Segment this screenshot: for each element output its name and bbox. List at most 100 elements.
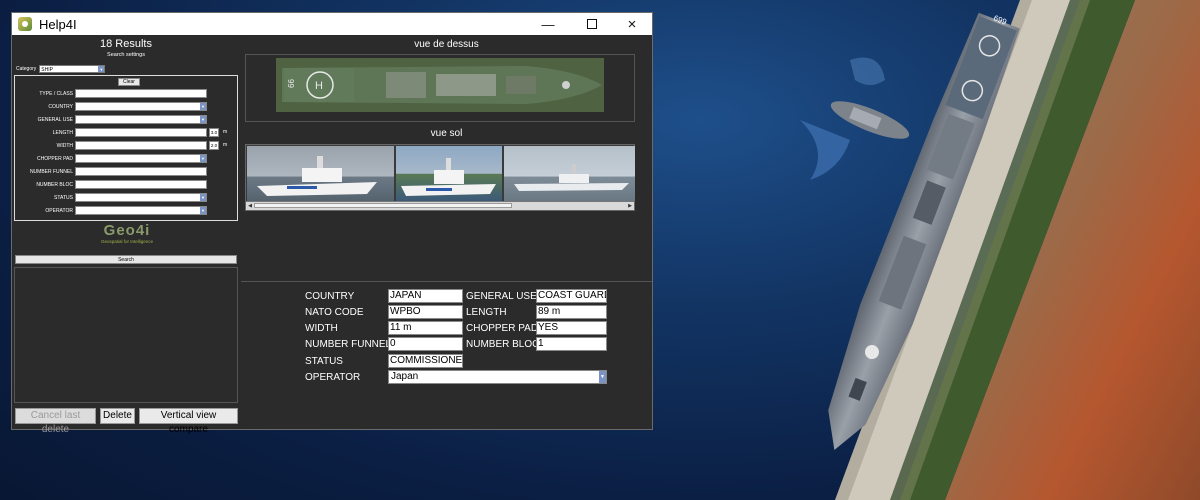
- app-logo-icon: [18, 17, 32, 31]
- country-detail-label: COUNTRY: [305, 291, 355, 302]
- chopper-pad-select[interactable]: ▼: [75, 154, 207, 163]
- search-panel: 18 Results Search settings Category SHIP…: [13, 36, 239, 435]
- general-use-select[interactable]: ▼: [75, 115, 207, 124]
- filter-box: Clear TYPE / CLASS COUNTRY ▼ GENERAL USE…: [14, 75, 238, 221]
- app-window: Help4I — × 18 Results Search settings Ca…: [11, 12, 653, 435]
- status-detail-label: STATUS: [305, 356, 343, 367]
- filter-row-length: LENGTH 3.0 m: [15, 128, 237, 138]
- filter-row-number-funnel: NUMBER FUNNEL: [15, 167, 237, 177]
- ground-view-title: vue sol: [430, 128, 463, 139]
- status-select[interactable]: ▼: [75, 193, 207, 202]
- length-detail-value: 89 m: [536, 305, 607, 319]
- cancel-last-delete-button[interactable]: Cancel last delete: [15, 408, 96, 435]
- logo-tagline: Geospatial for Intelligence: [100, 239, 154, 244]
- chevron-down-icon: ▼: [98, 66, 105, 72]
- scroll-left-icon[interactable]: ◀: [246, 202, 254, 210]
- minimize-icon: —: [541, 16, 555, 32]
- detail-panel: vue de dessus H 99 vue sol ◀ ▶ COUNTRY J…: [241, 36, 652, 429]
- number-funnel-detail-label: NUMBER FUNNEL: [305, 339, 392, 350]
- top-view-title: vue de dessus: [414, 39, 479, 50]
- results-count: 18 Results: [100, 38, 152, 50]
- nato-code-detail-label: NATO CODE: [305, 307, 364, 318]
- top-view-image: H 99: [276, 58, 604, 112]
- maximize-button[interactable]: [570, 13, 614, 35]
- ground-photo-2[interactable]: [396, 146, 502, 201]
- search-button[interactable]: Search: [15, 255, 237, 264]
- close-icon: ×: [627, 15, 637, 33]
- number-bloc-detail-label: NUMBER BLOC: [466, 339, 540, 350]
- general-use-detail-value: COAST GUARD: [536, 289, 607, 303]
- number-funnel-input[interactable]: [75, 167, 207, 176]
- scroll-right-icon[interactable]: ▶: [626, 202, 634, 210]
- search-settings-label: Search settings: [107, 52, 145, 58]
- operator-label: OPERATOR: [45, 208, 73, 214]
- chopper-pad-detail-label: CHOPPER PAD: [466, 323, 539, 334]
- ground-photo-3[interactable]: [504, 146, 635, 201]
- type-class-label: TYPE / CLASS: [39, 91, 73, 97]
- chevron-down-icon: ▼: [200, 155, 206, 162]
- chevron-down-icon: ▼: [599, 371, 606, 383]
- filter-row-type-class: TYPE / CLASS: [15, 89, 237, 99]
- foam-spot: [850, 57, 885, 85]
- foam-wake: [800, 120, 850, 180]
- close-button[interactable]: ×: [610, 13, 654, 35]
- number-bloc-input[interactable]: [75, 180, 207, 189]
- operator-detail-label: OPERATOR: [305, 372, 361, 383]
- type-class-input[interactable]: [75, 89, 207, 98]
- top-view-frame: H 99: [245, 54, 635, 122]
- width-unit: m: [223, 142, 228, 148]
- filter-row-operator: OPERATOR ▼: [15, 206, 237, 216]
- number-bloc-label: NUMBER BLOC: [36, 182, 73, 188]
- ground-photo-1[interactable]: [247, 146, 394, 201]
- length-unit: m: [223, 129, 228, 135]
- category-label: Category: [16, 66, 37, 72]
- window-title: Help4I: [39, 16, 77, 32]
- country-select[interactable]: ▼: [75, 102, 207, 111]
- width-tolerance-input[interactable]: 2.0: [209, 141, 219, 150]
- operator-select[interactable]: ▼: [75, 206, 207, 215]
- filter-row-status: STATUS ▼: [15, 193, 237, 203]
- chopper-pad-detail-value: YES: [536, 321, 607, 335]
- length-tolerance-input[interactable]: 3.0: [209, 128, 219, 137]
- category-select[interactable]: SHIP ▼: [39, 65, 106, 73]
- chevron-down-icon: ▼: [200, 194, 206, 201]
- delete-button[interactable]: Delete: [100, 408, 135, 424]
- nato-code-detail-value: WPBO: [388, 305, 463, 319]
- filter-row-chopper-pad: CHOPPER PAD ▼: [15, 154, 237, 164]
- country-detail-value: JAPAN: [388, 289, 463, 303]
- general-use-detail-label: GENERAL USE: [466, 291, 537, 302]
- length-detail-label: LENGTH: [466, 307, 507, 318]
- operator-detail-value: Japan: [391, 371, 419, 382]
- logo-text: Geo4i: [103, 222, 151, 239]
- clear-button[interactable]: Clear: [118, 78, 140, 86]
- width-detail-value: 11 m: [388, 321, 463, 335]
- vertical-view-compare-button[interactable]: Vertical view compare: [139, 408, 238, 435]
- filter-row-number-bloc: NUMBER BLOC: [15, 180, 237, 190]
- number-bloc-detail-value: 1: [536, 337, 607, 351]
- chopper-pad-label: CHOPPER PAD: [36, 156, 73, 162]
- status-label: STATUS: [54, 195, 73, 201]
- width-input[interactable]: [75, 141, 207, 150]
- minimize-button[interactable]: —: [526, 13, 570, 35]
- length-label: LENGTH: [52, 130, 73, 136]
- section-divider: [241, 281, 652, 282]
- gallery-scrollbar[interactable]: ◀ ▶: [246, 201, 634, 210]
- general-use-label: GENERAL USE: [37, 117, 73, 123]
- category-row: Category SHIP ▼: [16, 64, 106, 74]
- maximize-icon: [587, 19, 597, 29]
- length-input[interactable]: [75, 128, 207, 137]
- title-bar[interactable]: Help4I — ×: [12, 13, 652, 35]
- width-label: WIDTH: [56, 143, 73, 149]
- status-detail-value: COMMISSIONED: [388, 354, 463, 368]
- chevron-down-icon: ▼: [200, 103, 206, 110]
- operator-detail-select[interactable]: Japan ▼: [388, 370, 607, 384]
- top-view-hull-number: 99: [286, 79, 295, 88]
- chevron-down-icon: ▼: [200, 207, 206, 214]
- results-list[interactable]: [14, 267, 238, 403]
- category-value: SHIP: [41, 67, 53, 73]
- number-funnel-label: NUMBER FUNNEL: [29, 169, 73, 175]
- chevron-down-icon: ▼: [200, 116, 206, 123]
- filter-row-width: WIDTH 2.0 m: [15, 141, 237, 151]
- scroll-thumb[interactable]: [254, 203, 512, 208]
- number-funnel-detail-value: 0: [388, 337, 463, 351]
